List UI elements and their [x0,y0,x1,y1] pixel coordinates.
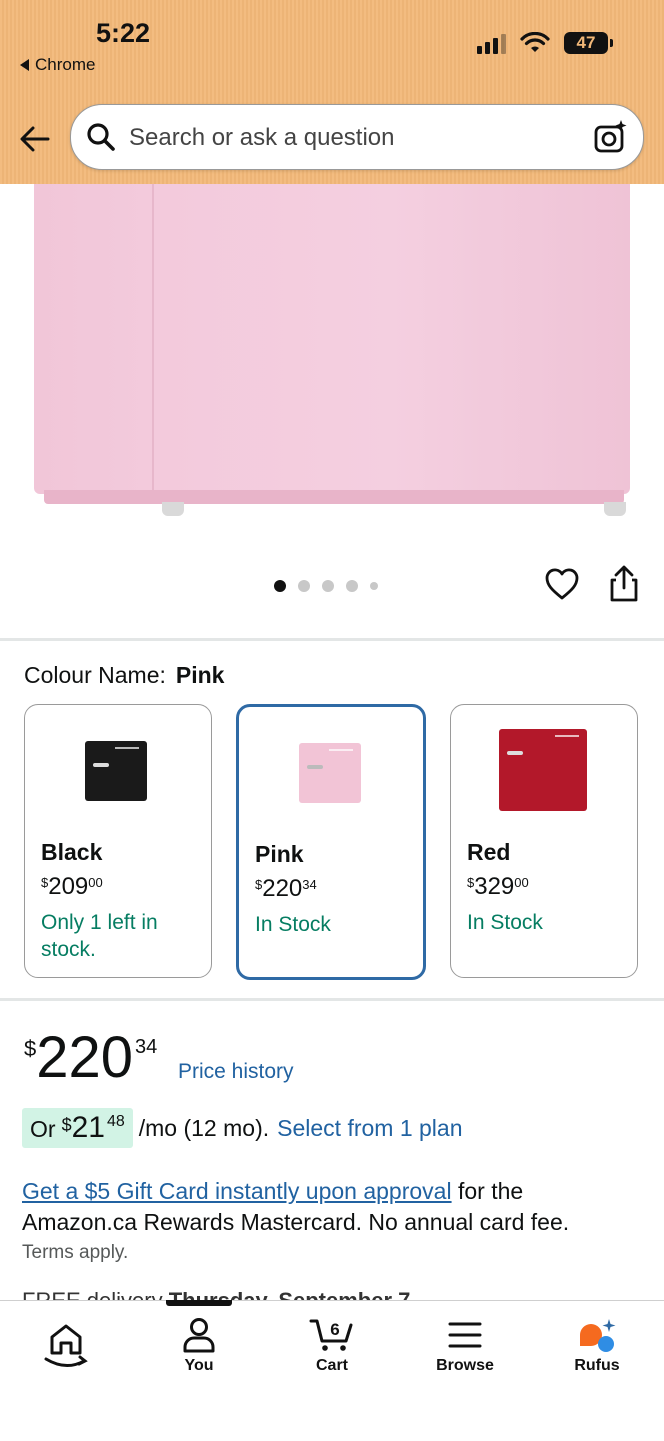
nav-rufus[interactable]: Rufus [531,1317,663,1375]
status-time: 5:22 [96,18,151,48]
variant-price: $32900 [467,873,529,900]
app-header: 5:22 Chrome 47 [0,0,664,184]
variant-pink[interactable]: Pink $22034 In Stock [236,704,426,980]
gallery-dot[interactable] [370,582,378,590]
fridge-foot [162,502,184,516]
cart-icon: 6 [309,1319,353,1351]
monthly-price-badge: Or $ 21 48 [22,1108,133,1148]
back-arrow-icon[interactable] [18,122,52,156]
back-app-label: Chrome [35,55,96,74]
nav-browse[interactable]: Browse [399,1317,531,1375]
variant-thumbnail [85,741,147,801]
gallery-dot[interactable] [274,580,286,592]
product-image [34,184,630,504]
active-tab-indicator [166,1300,232,1306]
section-divider [0,638,664,641]
variant-name: Black [41,839,103,865]
user-icon [183,1318,215,1353]
cart-count: 6 [330,1320,339,1339]
gallery-dot[interactable] [322,580,334,592]
battery-icon: 47 [564,32,613,54]
variant-price: $22034 [255,875,317,902]
search-bar[interactable] [70,104,644,170]
variant-name: Red [467,839,511,865]
variant-stock: Only 1 left in stock. [41,911,158,961]
colour-name-label: Colour Name: Pink [24,662,225,688]
back-triangle-icon [20,59,29,71]
home-icon [44,1324,88,1367]
search-input[interactable] [127,115,571,161]
variant-black[interactable]: Black $20900 Only 1 left in stock. [24,704,212,978]
battery-level: 47 [576,33,596,52]
fridge-foot [604,502,626,516]
wifi-icon [520,32,550,52]
select-plan-link[interactable]: Select from 1 plan [277,1115,462,1142]
variant-red[interactable]: Red $32900 In Stock [450,704,638,978]
menu-icon [448,1322,482,1348]
variant-name: Pink [255,841,304,867]
product-price: $ 220 34 [24,1025,158,1090]
cellular-signal-icon [477,32,506,54]
gift-card-link[interactable]: Get a $5 Gift Card instantly upon approv… [22,1178,452,1204]
share-icon[interactable] [606,564,642,604]
back-to-app-link[interactable]: Chrome [20,55,95,75]
product-image-gallery[interactable] [0,184,664,636]
terms-text: Terms apply. [22,1242,129,1263]
bottom-navigation: You 6 Cart Browse Rufus [0,1300,664,1441]
nav-home[interactable] [0,1317,132,1373]
status-icons: 47 [477,32,613,54]
gallery-dot[interactable] [346,580,358,592]
heart-icon[interactable] [544,566,580,602]
camera-search-icon[interactable] [593,119,629,155]
variant-stock: In Stock [467,911,543,934]
section-divider [0,998,664,1001]
selected-colour: Pink [175,662,225,688]
variant-price: $20900 [41,873,103,900]
variant-thumbnail [499,729,587,811]
gift-card-promo: Get a $5 Gift Card instantly upon approv… [22,1178,570,1235]
nav-cart[interactable]: 6 Cart [266,1317,398,1375]
price-history-link[interactable]: Price history [178,1060,294,1084]
gallery-pagination [274,580,378,592]
gallery-dot[interactable] [298,580,310,592]
search-icon [87,123,115,151]
variant-thumbnail [299,743,361,803]
variant-stock: In Stock [255,913,331,936]
rufus-icon [580,1319,616,1352]
nav-you[interactable]: You [133,1317,265,1375]
monthly-payment: Or $ 21 48 /mo (12 mo). Select from 1 pl… [22,1108,463,1148]
